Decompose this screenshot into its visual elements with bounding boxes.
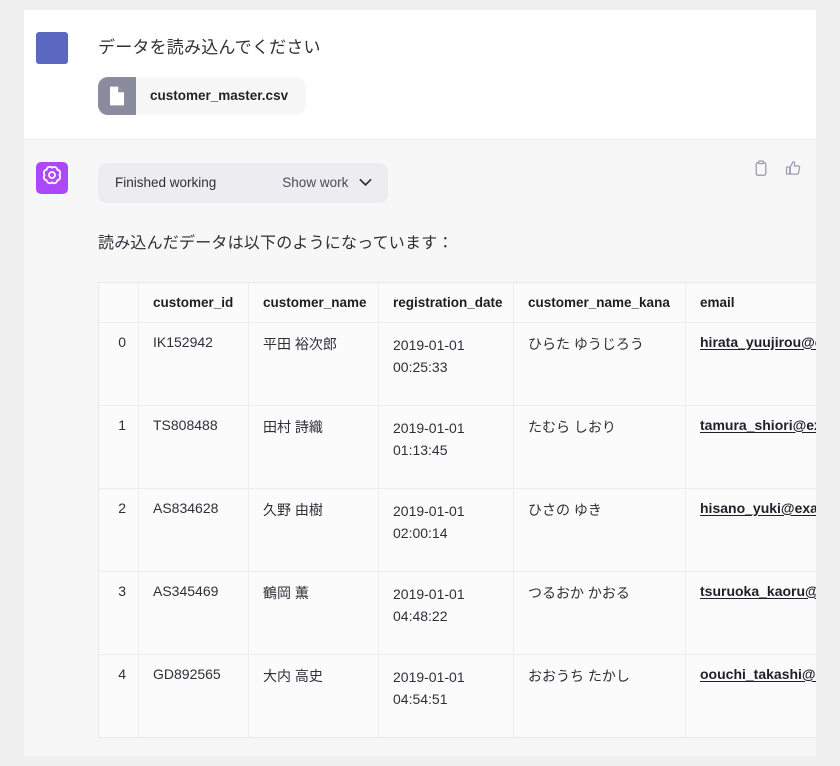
registration-date-time: 01:13:45 (393, 442, 448, 459)
table-row: 0 IK152942 平田 裕次郎 2019-01-01 00:25:33 ひら… (98, 322, 816, 406)
row-index: 2 (98, 488, 139, 572)
cell-customer-id: GD892565 (138, 654, 249, 737)
registration-date-time: 04:48:22 (393, 608, 448, 625)
cell-email: hisano_yuki@example.com (685, 488, 816, 572)
email-link[interactable]: tsuruoka_kaoru@example.com (700, 583, 816, 599)
table-row: 2 AS834628 久野 由樹 2019-01-01 02:00:14 ひさの… (98, 488, 816, 572)
registration-date-date: 2019-01-01 (393, 419, 465, 436)
cell-email: hirata_yuujirou@example.com (685, 322, 816, 406)
finished-working-bar[interactable]: Finished working Show work (98, 162, 389, 203)
cell-customer-id: AS345469 (138, 571, 249, 655)
cell-customer-name: 鶴岡 薫 (248, 571, 379, 655)
email-link[interactable]: tamura_shiori@example.com (700, 417, 816, 433)
cell-customer-id: TS808488 (138, 405, 249, 489)
user-avatar (36, 32, 68, 64)
cell-customer-name: 大内 高史 (248, 654, 379, 737)
registration-date-date: 2019-01-01 (393, 502, 465, 519)
column-header-customer-name-kana: customer_name_kana (513, 282, 686, 323)
email-link[interactable]: hisano_yuki@example.com (700, 500, 816, 516)
copy-icon[interactable] (752, 160, 770, 178)
column-header-customer-name: customer_name (248, 282, 379, 323)
cell-customer-name-kana: たむら しおり (513, 405, 686, 489)
dataframe-header: customer_id customer_name registration_d… (98, 282, 816, 323)
row-index: 4 (98, 654, 139, 737)
cell-email: tamura_shiori@example.com (685, 405, 816, 489)
cell-customer-id: IK152942 (138, 322, 249, 406)
cell-registration-date: 2019-01-01 01:13:45 (378, 405, 514, 489)
dataframe-scroll-region[interactable]: customer_id customer_name registration_d… (98, 281, 816, 738)
message-actions (752, 160, 802, 178)
table-row: 4 GD892565 大内 高史 2019-01-01 04:54:51 おおう… (98, 654, 816, 737)
user-message-text: データを読み込んでください (98, 38, 321, 57)
user-message-turn: データを読み込んでください customer_master.csv (24, 10, 816, 140)
openai-logo-icon (41, 164, 63, 191)
email-link[interactable]: hirata_yuujirou@example.com (700, 334, 816, 350)
table-row: 3 AS345469 鶴岡 薫 2019-01-01 04:48:22 つるおか… (98, 571, 816, 655)
registration-date-time: 02:00:14 (393, 525, 448, 542)
show-work-label: Show work (282, 175, 349, 190)
cell-registration-date: 2019-01-01 04:54:51 (378, 654, 514, 737)
table-row: 1 TS808488 田村 詩織 2019-01-01 01:13:45 たむら… (98, 405, 816, 489)
cell-customer-name-kana: ひらた ゆうじろう (513, 322, 686, 406)
registration-date-time: 04:54:51 (393, 691, 448, 708)
column-header-index (98, 282, 139, 323)
registration-date-date: 2019-01-01 (393, 668, 465, 685)
row-index: 0 (98, 322, 139, 406)
cell-registration-date: 2019-01-01 00:25:33 (378, 322, 514, 406)
column-header-registration-date: registration_date (378, 282, 514, 323)
cell-customer-name: 田村 詩織 (248, 405, 379, 489)
assistant-message-text: 読み込んだデータは以下のようになっています： (98, 234, 454, 252)
cell-registration-date: 2019-01-01 04:48:22 (378, 571, 514, 655)
thumbs-up-icon[interactable] (784, 160, 802, 178)
file-document-icon (98, 76, 136, 115)
dataframe-table: customer_id customer_name registration_d… (98, 281, 816, 738)
registration-date-date: 2019-01-01 (393, 336, 465, 353)
assistant-avatar (36, 161, 68, 194)
registration-date-date: 2019-01-01 (393, 585, 465, 602)
file-attachment-chip[interactable]: customer_master.csv (98, 76, 307, 115)
cell-email: tsuruoka_kaoru@example.com (685, 571, 816, 655)
chevron-down-icon (359, 174, 372, 192)
dataframe-body: 0 IK152942 平田 裕次郎 2019-01-01 00:25:33 ひら… (98, 322, 816, 737)
registration-date-time: 00:25:33 (393, 359, 448, 376)
assistant-message-turn: Finished working Show work 読み込んだデータは以下のよ… (24, 139, 816, 756)
cell-email: oouchi_takashi@example.com (686, 654, 816, 737)
column-header-customer-id: customer_id (138, 282, 249, 323)
cell-customer-name-kana: ひさの ゆき (513, 488, 686, 572)
app-root: データを読み込んでください customer_master.csv Finish… (0, 0, 840, 766)
row-index: 3 (98, 571, 139, 655)
show-work-toggle[interactable]: Show work (282, 174, 372, 192)
email-link[interactable]: oouchi_takashi@example.com (700, 666, 816, 682)
table-header-row: customer_id customer_name registration_d… (98, 282, 816, 323)
cell-customer-id: AS834628 (138, 488, 249, 572)
cell-customer-name-kana: おおうち たかし (513, 654, 686, 737)
file-attachment-name: customer_master.csv (150, 88, 289, 103)
row-index: 1 (98, 405, 139, 489)
conversation: データを読み込んでください customer_master.csv Finish… (24, 10, 816, 756)
cell-customer-name: 平田 裕次郎 (248, 322, 379, 406)
cell-registration-date: 2019-01-01 02:00:14 (378, 488, 514, 572)
cell-customer-name: 久野 由樹 (248, 488, 379, 572)
cell-customer-name-kana: つるおか かおる (513, 571, 686, 655)
column-header-email: email (685, 282, 816, 323)
work-status-label: Finished working (115, 175, 217, 190)
